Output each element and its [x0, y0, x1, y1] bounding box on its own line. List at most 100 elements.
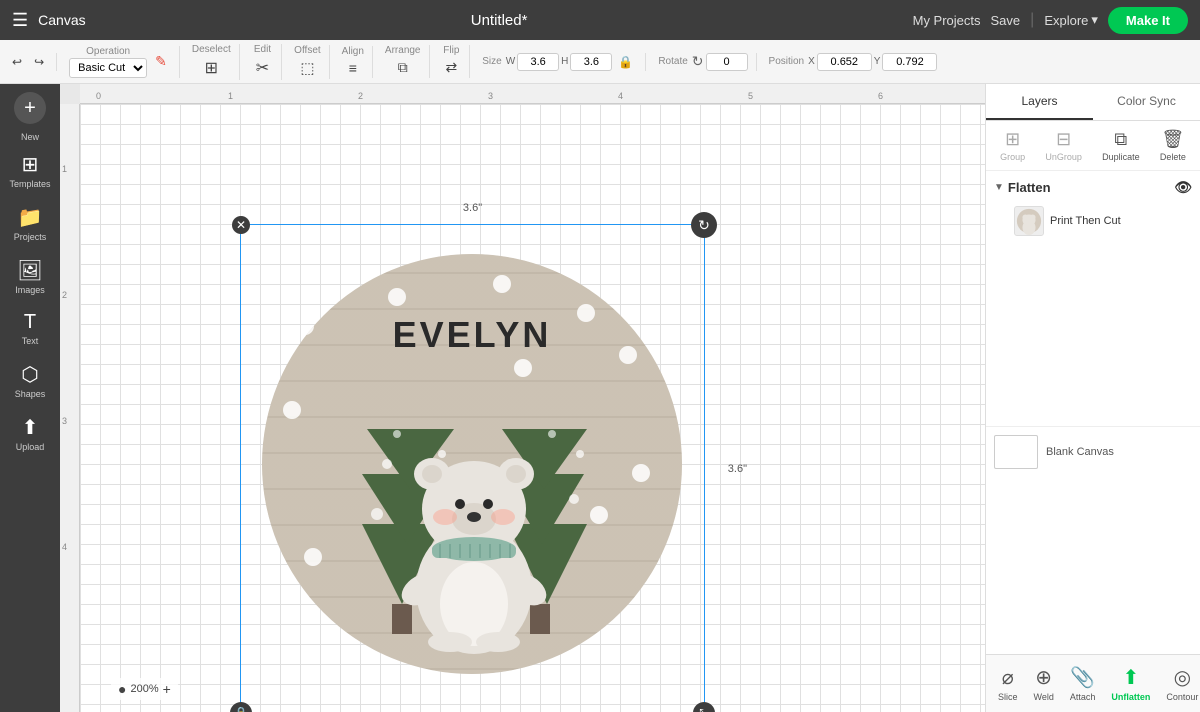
horizontal-ruler: 0 1 2 3 4 5 6	[80, 84, 985, 104]
duplicate-button[interactable]: ⧉ Duplicate	[1102, 129, 1140, 162]
app-name: Canvas	[38, 12, 85, 28]
explore-link[interactable]: Explore ▾	[1044, 12, 1098, 28]
projects-icon: 📁	[18, 205, 43, 230]
undo-redo-group: ↩ ↪	[8, 53, 57, 71]
unflatten-label: Unflatten	[1111, 692, 1150, 702]
contour-label: Contour	[1166, 692, 1198, 702]
my-projects-link[interactable]: My Projects	[913, 13, 981, 28]
rotate-input[interactable]	[706, 53, 748, 71]
arrange-button[interactable]: ⧉	[394, 57, 412, 78]
align-button[interactable]: ≡	[345, 58, 361, 78]
flip-button[interactable]: ⇄	[442, 57, 462, 78]
templates-label: Templates	[9, 179, 50, 189]
templates-icon: ⊞	[22, 152, 39, 177]
collapse-arrow-icon[interactable]: ▼	[994, 182, 1004, 193]
snow-dot	[493, 275, 511, 293]
shapes-icon: ⬡	[21, 362, 38, 387]
edit-group: Edit ✂	[252, 44, 282, 80]
sidebar-item-templates[interactable]: ⊞ Templates	[4, 146, 56, 195]
make-it-button[interactable]: Make It	[1108, 7, 1188, 34]
nav-divider: |	[1030, 11, 1034, 29]
projects-label: Projects	[14, 232, 47, 242]
y-label: Y	[874, 56, 881, 67]
rotate-handle-icon: ↻	[698, 217, 710, 234]
y-input[interactable]	[882, 53, 937, 71]
design-container[interactable]: 3.6" 3.6" ✕ ↻ 🔒 ⤡	[240, 224, 705, 712]
tab-layers[interactable]: Layers	[986, 84, 1093, 120]
new-label: New	[21, 132, 39, 142]
plus-icon: +	[24, 97, 36, 120]
sidebar-item-images[interactable]: 🖼 Images	[4, 252, 56, 301]
eye-icon[interactable]: 👁	[1174, 179, 1192, 196]
redo-button[interactable]: ↪	[30, 53, 48, 71]
operation-color-btn[interactable]: ✎	[151, 51, 171, 72]
ungroup-button[interactable]: ⊟ UnGroup	[1045, 129, 1082, 162]
v-ruler-mark-3: 3	[62, 416, 67, 426]
handle-top-right[interactable]: ↻	[691, 212, 717, 238]
delete-button[interactable]: 🗑 Delete	[1160, 129, 1186, 162]
undo-button[interactable]: ↩	[8, 53, 26, 71]
slice-label: Slice	[998, 692, 1018, 702]
align-group: Align ≡	[342, 46, 373, 78]
save-link[interactable]: Save	[991, 13, 1021, 28]
layer-item-name: Print Then Cut	[1050, 215, 1121, 227]
align-item: Align ≡	[342, 46, 364, 78]
close-icon: ✕	[236, 218, 246, 232]
slice-button[interactable]: ⌀ Slice	[990, 661, 1026, 706]
weld-button[interactable]: ⊕ Weld	[1026, 661, 1062, 706]
attach-button[interactable]: 📎 Attach	[1062, 661, 1104, 706]
operation-group: Operation Basic Cut ✎	[69, 46, 180, 78]
width-input[interactable]	[517, 53, 559, 71]
zoom-minus-icon[interactable]: ●	[118, 681, 126, 697]
ruler-mark-6: 6	[878, 91, 883, 101]
bottom-toolbar: ⌀ Slice ⊕ Weld 📎 Attach ⬆ Unflatten ◎ Co…	[986, 654, 1200, 712]
weld-label: Weld	[1034, 692, 1054, 702]
group-button[interactable]: ⊞ Group	[1000, 129, 1025, 162]
flip-item: Flip ⇄	[442, 45, 462, 78]
x-input[interactable]	[817, 53, 872, 71]
unflatten-button[interactable]: ⬆ Unflatten	[1103, 661, 1158, 706]
nav-left: ☰ Canvas	[12, 10, 86, 31]
deselect-button[interactable]: ⊞	[201, 56, 222, 80]
right-panel: Layers Color Sync ⊞ Group ⊟ UnGroup ⧉ Du…	[985, 84, 1200, 712]
handle-top-left[interactable]: ✕	[232, 216, 250, 234]
sidebar-item-upload[interactable]: ⬆ Upload	[4, 409, 56, 458]
contour-icon: ◎	[1174, 665, 1191, 690]
height-input[interactable]	[570, 53, 612, 71]
upload-label: Upload	[16, 442, 45, 452]
deselect-group: Deselect ⊞	[192, 44, 240, 80]
contour-button[interactable]: ◎ Contour	[1158, 661, 1200, 706]
align-label: Align	[342, 46, 364, 57]
layer-item[interactable]: Print Then Cut	[994, 202, 1192, 240]
tab-color-sync[interactable]: Color Sync	[1093, 84, 1200, 120]
new-button[interactable]: +	[14, 92, 46, 124]
sidebar-item-shapes[interactable]: ⬡ Shapes	[4, 356, 56, 405]
v-ruler-mark-1: 1	[62, 164, 67, 174]
sidebar-item-text[interactable]: T Text	[4, 305, 56, 352]
v-ruler-mark-4: 4	[62, 542, 67, 552]
hamburger-icon[interactable]: ☰	[12, 10, 28, 31]
sidebar-item-projects[interactable]: 📁 Projects	[4, 199, 56, 248]
rotate-label: Rotate	[658, 56, 687, 67]
edit-label: Edit	[254, 44, 271, 55]
lock-proportions-button[interactable]: 🔒	[614, 53, 637, 71]
size-group: Size W H 🔒	[482, 53, 646, 71]
size-label: Size	[482, 56, 501, 67]
zoom-level: 200%	[130, 683, 158, 695]
handle-bottom-left[interactable]: 🔒	[230, 702, 252, 712]
panel-actions: ⊞ Group ⊟ UnGroup ⧉ Duplicate 🗑 Delete	[986, 121, 1200, 171]
operation-select[interactable]: Basic Cut	[69, 58, 147, 78]
vertical-ruler: 1 2 3 4	[60, 104, 80, 712]
operation-item: Operation Basic Cut	[69, 46, 147, 78]
handle-bottom-right[interactable]: ⤡	[693, 702, 715, 712]
ruler-mark-4: 4	[618, 91, 623, 101]
edit-button[interactable]: ✂	[252, 56, 273, 80]
dimension-top: 3.6"	[463, 202, 482, 214]
snow-dot	[296, 317, 314, 335]
offset-button[interactable]: ⬚	[296, 57, 318, 79]
operation-label: Operation	[86, 46, 130, 57]
size-row: W H 🔒	[506, 53, 638, 71]
flip-group: Flip ⇄	[442, 45, 471, 78]
zoom-plus-icon[interactable]: +	[163, 681, 171, 697]
dimension-right: 3.6"	[728, 463, 747, 475]
